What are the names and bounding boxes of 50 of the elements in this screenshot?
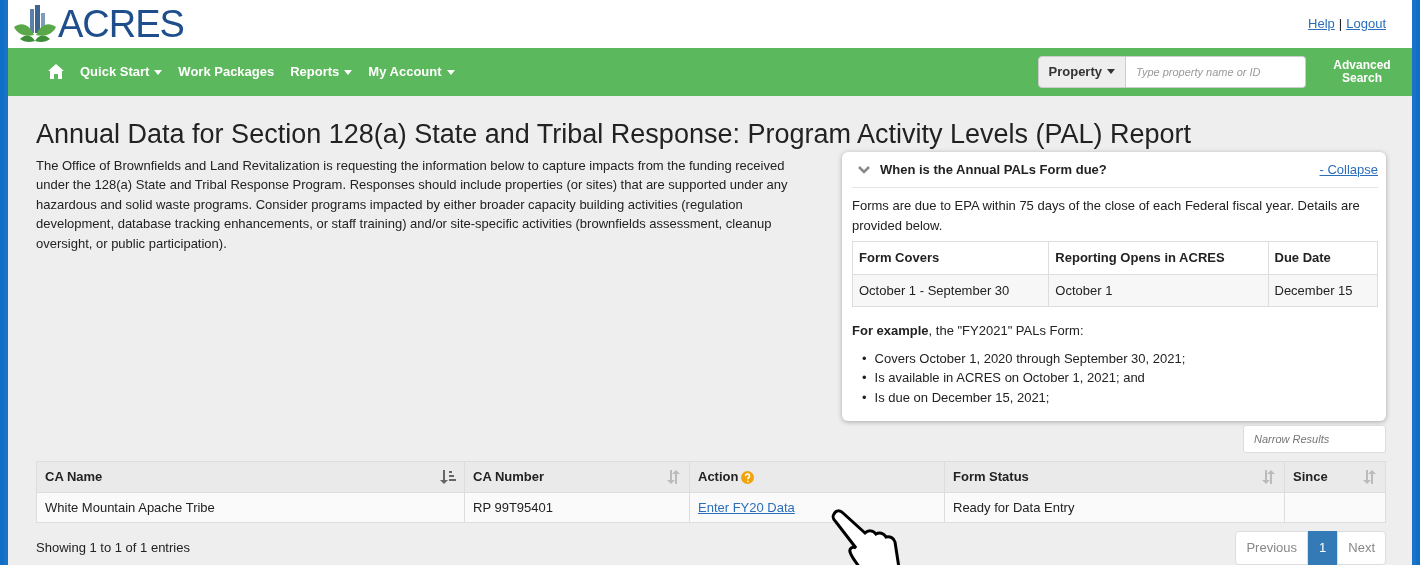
sort-icon[interactable]: [667, 470, 681, 485]
caret-icon: [1107, 69, 1115, 75]
panel-title: When is the Annual PALs Form due?: [880, 161, 1107, 179]
table-cell: White Mountain Apache Tribe: [45, 500, 215, 515]
column-label: Form Status: [953, 468, 1029, 487]
page-button[interactable]: 1: [1308, 531, 1338, 565]
logo-icon: [12, 4, 58, 43]
table-header-cell: Due Date: [1268, 242, 1378, 275]
table-cell: October 1: [1048, 274, 1268, 307]
table-cell: October 1 - September 30: [852, 274, 1049, 307]
column-label: CA Number: [473, 468, 545, 487]
bullet-item: Is available in ACRES on October 1, 2021; and: [874, 369, 1145, 388]
search-field[interactable]: Type property name or ID: [1126, 55, 1306, 88]
chevron-down-icon[interactable]: [858, 165, 870, 174]
page-title: Annual Data for Section 128(a) State and Tribal Response: Program Activity Levels (PAL) Report: [36, 117, 1193, 150]
example-text: For example, the "FY2021" PALs Form:: [852, 322, 1085, 341]
collapse-link[interactable]: - Collapse: [1319, 160, 1378, 180]
column-label: Action: [698, 468, 739, 487]
bullet-marker: •: [862, 369, 867, 388]
sort-icon[interactable]: [1363, 470, 1377, 485]
table-header-cell: Form Covers: [852, 242, 1049, 275]
header-link[interactable]: Logout: [1346, 14, 1386, 34]
filter-field[interactable]: Narrow Results: [1243, 425, 1386, 454]
search-type-dropdown[interactable]: Property: [1037, 55, 1126, 88]
bullet-marker: •: [862, 389, 867, 407]
table-cell: Ready for Data Entry: [953, 500, 1075, 515]
intro-paragraph: The Office of Brownfields and Land Revitalization is requesting the information below to capture impacts from the funding received under the 128(a) State and Tribal Response Program. Responses should include properties (or sites) that are supported under any hazardous and solid waste programs. Consider programs impacted by either broader capacity building activities (regulation development, database tracking enhancements, or staff training) and/or site-specific activities (brownfields assessment, cleanup oversight, or public participation).: [36, 157, 789, 253]
table-header-cell: Reporting Opens in ACRES: [1048, 242, 1268, 275]
bullet-item: Is due on December 15, 2021;: [874, 389, 1050, 407]
column-header[interactable]: CA Name: [36, 462, 465, 493]
logo-text: ACRES: [58, 4, 184, 43]
home-icon[interactable]: [48, 64, 64, 80]
column-header[interactable]: Form Status: [944, 462, 1285, 493]
header-link[interactable]: Help: [1308, 14, 1335, 34]
table-cell: December 15: [1268, 274, 1378, 307]
sort-icon[interactable]: [1262, 470, 1276, 485]
column-header[interactable]: Since: [1284, 462, 1386, 493]
column-header[interactable]: CA Number: [464, 462, 690, 493]
column-label: CA Name: [45, 468, 103, 487]
column-header[interactable]: Action: [689, 462, 945, 493]
column-label: Since: [1293, 468, 1328, 487]
action-link[interactable]: Enter FY20 Data: [698, 500, 795, 515]
entries-info: Showing 1 to 1 of 1 entries: [36, 539, 190, 558]
sort-ascending-icon[interactable]: [440, 470, 456, 485]
bullet-marker: •: [862, 350, 867, 368]
help-icon[interactable]: [741, 470, 755, 484]
table-cell: RP 99T95401: [473, 500, 553, 515]
panel-text: Forms are due to EPA within 75 days of the close of each Federal fiscal year. Details are provided below.: [852, 197, 1361, 235]
link-separator: |: [1338, 15, 1343, 34]
bullet-item: Covers October 1, 2020 through September 30, 2021;: [874, 350, 1186, 368]
